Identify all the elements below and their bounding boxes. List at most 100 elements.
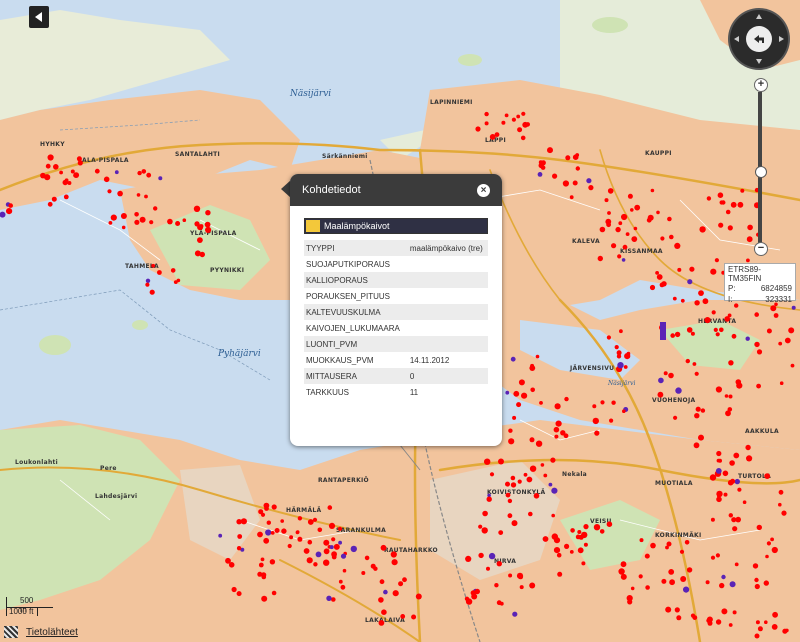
well-point[interactable] xyxy=(400,614,406,619)
well-point[interactable] xyxy=(707,620,713,626)
well-point[interactable] xyxy=(714,258,720,263)
well-point[interactable] xyxy=(525,122,530,127)
well-point[interactable] xyxy=(274,528,280,533)
well-point[interactable] xyxy=(153,206,158,211)
well-point[interactable] xyxy=(731,333,737,339)
well-point[interactable] xyxy=(63,194,69,200)
well-point[interactable] xyxy=(764,620,768,624)
well-point[interactable] xyxy=(718,222,724,228)
well-point[interactable] xyxy=(667,216,672,222)
well-point[interactable] xyxy=(745,444,751,451)
well-point[interactable] xyxy=(237,534,243,539)
well-point[interactable] xyxy=(516,402,522,408)
well-point[interactable] xyxy=(686,567,693,573)
well-point[interactable] xyxy=(660,236,665,241)
well-point[interactable] xyxy=(616,350,622,356)
well-point[interactable] xyxy=(618,568,625,575)
well-point[interactable] xyxy=(535,440,543,447)
well-point[interactable] xyxy=(51,196,57,202)
well-point[interactable] xyxy=(548,482,553,487)
well-point[interactable] xyxy=(622,409,626,414)
well-point[interactable] xyxy=(668,372,674,379)
well-point[interactable] xyxy=(728,360,734,366)
well-point[interactable] xyxy=(618,221,623,226)
well-point[interactable] xyxy=(526,476,533,483)
well-point[interactable] xyxy=(303,548,310,554)
well-point[interactable] xyxy=(170,268,176,273)
well-point[interactable] xyxy=(583,542,588,547)
well-point[interactable] xyxy=(327,505,333,510)
well-point[interactable] xyxy=(689,266,695,272)
well-point[interactable] xyxy=(740,188,745,193)
well-point[interactable] xyxy=(719,200,724,205)
well-point[interactable] xyxy=(553,537,561,544)
well-point[interactable] xyxy=(521,392,528,399)
well-point[interactable] xyxy=(340,584,346,590)
well-point[interactable] xyxy=(690,331,695,336)
well-point[interactable] xyxy=(680,576,687,582)
well-point[interactable] xyxy=(295,530,300,535)
well-point[interactable] xyxy=(764,473,771,479)
well-point[interactable] xyxy=(778,341,783,346)
well-point[interactable] xyxy=(411,614,417,620)
well-point[interactable] xyxy=(77,160,83,166)
well-point[interactable] xyxy=(108,221,113,225)
well-point[interactable] xyxy=(649,284,656,291)
well-point[interactable] xyxy=(745,336,750,341)
well-point[interactable] xyxy=(281,528,287,534)
well-point[interactable] xyxy=(505,492,511,498)
well-point[interactable] xyxy=(650,188,655,193)
well-point[interactable] xyxy=(270,531,275,535)
well-point[interactable] xyxy=(141,169,147,174)
well-point[interactable] xyxy=(40,172,46,179)
well-point[interactable] xyxy=(530,387,535,393)
well-point[interactable] xyxy=(600,400,605,405)
well-point[interactable] xyxy=(260,557,265,562)
well-point[interactable] xyxy=(597,255,603,262)
well-point[interactable] xyxy=(518,379,525,386)
well-point[interactable] xyxy=(737,487,742,492)
well-point[interactable] xyxy=(734,478,740,485)
well-point[interactable] xyxy=(622,244,628,250)
well-point[interactable] xyxy=(287,543,292,549)
well-point[interactable] xyxy=(778,489,784,495)
well-point[interactable] xyxy=(599,529,605,534)
well-point[interactable] xyxy=(788,327,795,334)
well-point[interactable] xyxy=(145,282,150,287)
well-point[interactable] xyxy=(136,193,141,197)
well-point[interactable] xyxy=(756,349,763,355)
well-point[interactable] xyxy=(510,475,516,481)
well-point[interactable] xyxy=(665,606,672,613)
well-point[interactable] xyxy=(698,434,704,441)
well-point[interactable] xyxy=(657,391,664,398)
well-point[interactable] xyxy=(139,216,146,223)
zoom-slider-handle[interactable] xyxy=(755,166,767,178)
well-point[interactable] xyxy=(564,396,569,402)
well-point[interactable] xyxy=(331,537,336,542)
well-point[interactable] xyxy=(724,394,729,398)
well-point[interactable] xyxy=(383,589,388,595)
well-point[interactable] xyxy=(747,224,753,231)
well-point[interactable] xyxy=(542,536,549,542)
well-point[interactable] xyxy=(742,500,747,505)
well-point[interactable] xyxy=(370,563,376,569)
well-point[interactable] xyxy=(350,545,357,553)
well-point[interactable] xyxy=(645,585,650,590)
well-point[interactable] xyxy=(617,254,622,259)
well-point[interactable] xyxy=(624,353,631,360)
well-point[interactable] xyxy=(625,232,630,237)
well-point[interactable] xyxy=(615,226,621,233)
well-point[interactable] xyxy=(754,583,760,590)
well-point[interactable] xyxy=(633,226,638,231)
well-point[interactable] xyxy=(721,608,728,615)
well-point[interactable] xyxy=(510,356,516,362)
well-point[interactable] xyxy=(173,280,178,284)
well-point[interactable] xyxy=(661,281,667,287)
well-point[interactable] xyxy=(342,568,347,573)
well-point[interactable] xyxy=(694,300,700,306)
well-point[interactable] xyxy=(121,225,126,230)
well-point[interactable] xyxy=(333,543,340,550)
well-point[interactable] xyxy=(710,555,716,560)
well-point[interactable] xyxy=(565,155,571,161)
well-point[interactable] xyxy=(570,528,575,533)
